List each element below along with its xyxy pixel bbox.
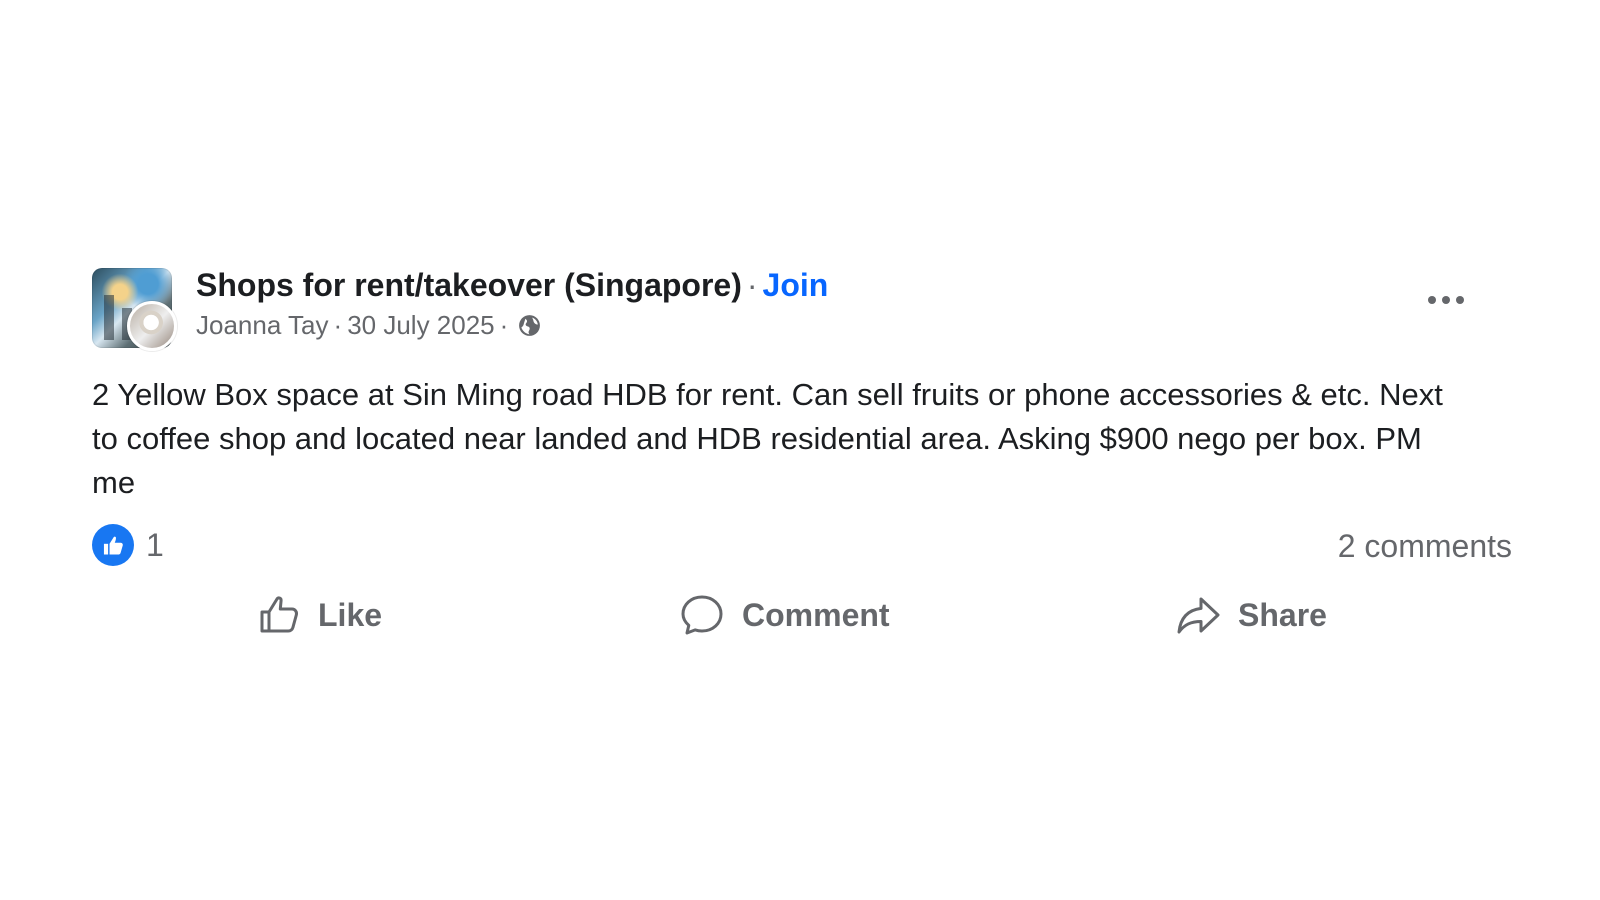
comment-button-label: Comment xyxy=(742,596,890,633)
share-button[interactable]: Share xyxy=(1174,583,1327,647)
reaction-summary[interactable]: 1 xyxy=(92,524,164,566)
share-arrow-icon xyxy=(1177,597,1220,634)
join-separator: · xyxy=(746,267,758,303)
reaction-count: 1 xyxy=(146,526,164,563)
like-button[interactable]: Like xyxy=(254,583,382,647)
more-options-icon xyxy=(1428,296,1464,304)
post-body-text: 2 Yellow Box space at Sin Ming road HDB … xyxy=(92,377,1443,500)
post-stats: 1 2 comments xyxy=(92,524,1512,582)
post-title-line: Shops for rent/takeover (Singapore) · Join xyxy=(196,266,828,304)
meta-separator-author-date: · xyxy=(333,310,343,340)
post-meta: Joanna Tay · 30 July 2025 · xyxy=(196,310,542,340)
join-link[interactable]: Join xyxy=(763,267,829,303)
more-options-button[interactable] xyxy=(1420,284,1472,316)
like-button-label: Like xyxy=(318,596,383,633)
post-header: Shops for rent/takeover (Singapore) · Join… xyxy=(92,265,1512,357)
group-name-link[interactable]: Shops for rent/takeover (Singapore) xyxy=(196,267,742,303)
post-avatars[interactable] xyxy=(92,268,182,358)
author-avatar[interactable] xyxy=(127,301,177,351)
share-button-label: Share xyxy=(1238,596,1327,633)
globe-icon xyxy=(517,313,542,338)
comment-bubble-icon xyxy=(681,595,723,635)
post-date-link[interactable]: 30 July 2025 xyxy=(347,310,494,340)
thumbs-up-icon xyxy=(92,524,134,566)
comment-count-link[interactable]: 2 comments xyxy=(1338,524,1512,568)
thumbs-up-outline-icon xyxy=(260,596,298,633)
author-name-link[interactable]: Joanna Tay xyxy=(196,310,329,340)
comment-button[interactable]: Comment xyxy=(678,583,890,647)
post-actions: Like Comment Share xyxy=(92,583,1512,657)
facebook-group-post: Shops for rent/takeover (Singapore) · Join… xyxy=(92,265,1512,657)
meta-separator-date-visibility: · xyxy=(499,310,509,340)
